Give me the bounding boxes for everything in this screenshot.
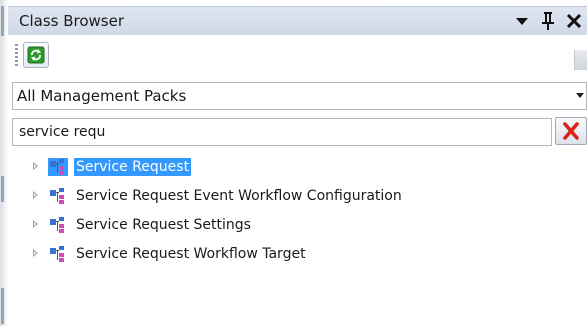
splitter-tick — [1, 176, 4, 202]
class-icon — [50, 188, 64, 204]
toolbar — [8, 36, 587, 76]
window-title: Class Browser — [19, 12, 125, 30]
tree-item[interactable]: Service Request — [12, 156, 587, 178]
class-browser-panel: Class Browser All Management Packs servi… — [0, 0, 587, 326]
chevron-down-icon[interactable] — [513, 10, 531, 32]
clear-search-button[interactable] — [555, 117, 587, 145]
tree-item[interactable]: Service Request Workflow Target — [12, 243, 587, 265]
management-pack-filter[interactable]: All Management Packs — [12, 82, 587, 110]
tree-item[interactable]: Service Request Settings — [12, 214, 587, 236]
tree-item-label: Service Request Workflow Target — [76, 246, 306, 262]
class-icon — [48, 158, 68, 176]
class-icon — [50, 217, 64, 233]
splitter-tick — [1, 6, 4, 36]
tree-item-label: Service Request Event Workflow Configura… — [76, 188, 402, 204]
expand-arrow-icon[interactable] — [33, 162, 38, 170]
pin-icon[interactable] — [539, 10, 557, 32]
class-tree: Service Request Service Request Event Wo… — [12, 152, 587, 326]
refresh-icon — [27, 46, 45, 64]
expand-arrow-icon[interactable] — [33, 220, 38, 228]
dropdown-arrow-icon — [576, 93, 584, 98]
expand-arrow-icon[interactable] — [33, 249, 38, 257]
selected-management-pack: All Management Packs — [17, 87, 187, 105]
splitter-tick — [1, 288, 4, 324]
left-splitter[interactable] — [0, 0, 8, 326]
title-controls — [513, 9, 583, 33]
class-icon — [50, 246, 64, 262]
tree-item-label: Service Request — [74, 158, 192, 176]
expand-arrow-icon[interactable] — [33, 191, 38, 199]
tree-item-label: Service Request Settings — [76, 217, 251, 233]
toolbar-grip[interactable] — [15, 44, 18, 66]
search-input[interactable] — [12, 118, 552, 146]
red-x-icon — [563, 122, 579, 140]
toolbar-overflow-button[interactable] — [574, 50, 587, 70]
tree-item[interactable]: Service Request Event Workflow Configura… — [12, 185, 587, 207]
refresh-button[interactable] — [23, 42, 49, 68]
close-icon[interactable] — [565, 10, 583, 32]
title-bar: Class Browser — [8, 6, 587, 35]
